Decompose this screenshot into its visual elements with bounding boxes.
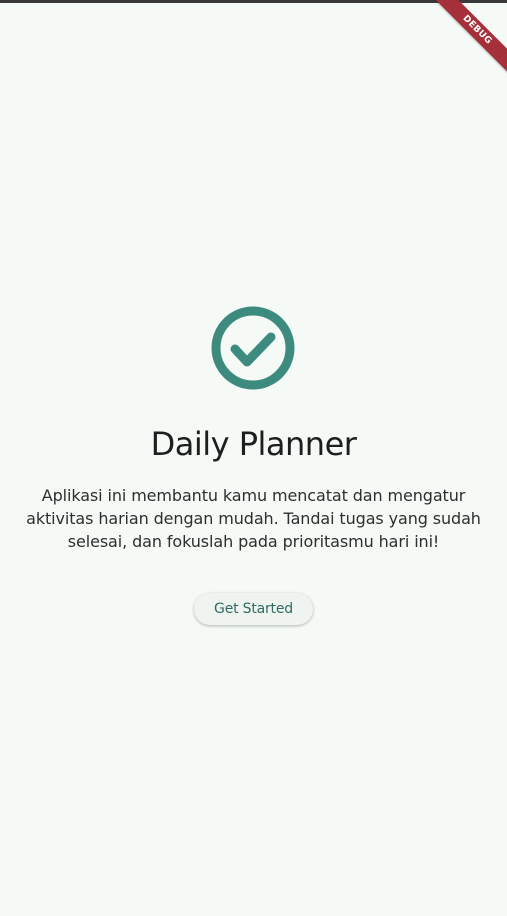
get-started-button[interactable]: Get Started (194, 593, 313, 625)
welcome-screen: Daily Planner Aplikasi ini membantu kamu… (0, 0, 507, 916)
app-description: Aplikasi ini membantu kamu mencatat dan … (26, 486, 481, 551)
check-circle-icon (211, 306, 295, 390)
page-title: Daily Planner (150, 425, 357, 463)
